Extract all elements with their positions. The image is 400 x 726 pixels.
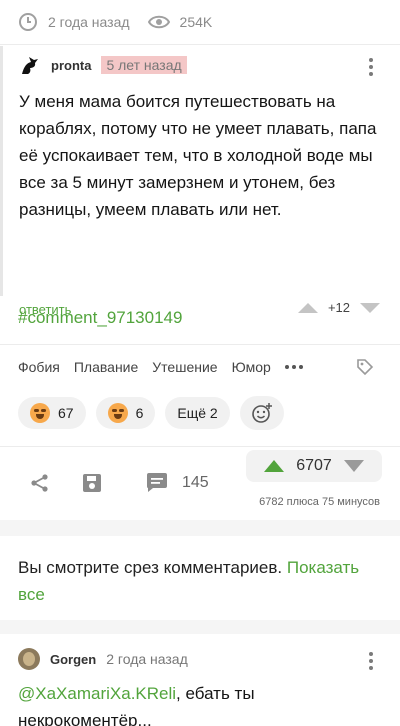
post-rating-value: 6707 [296,457,332,474]
post-age: 2 года назад [18,12,130,32]
clock-icon [19,13,37,31]
section-separator [0,620,400,634]
comment-more-menu-icon[interactable] [368,650,374,671]
post-age-text: 2 года назад [48,14,130,30]
comments-button[interactable]: 145 [146,473,209,493]
tag-consolation[interactable]: Утешение [152,359,217,375]
downvote-arrow-icon[interactable] [343,460,364,472]
reaction-count: 67 [58,405,74,421]
user-avatar[interactable] [19,54,41,76]
tag-icon[interactable] [356,358,374,376]
add-reaction-button[interactable] [239,396,284,430]
comment-text: У меня мама боится путешествовать на кор… [19,92,377,219]
comments-slice-notice: Вы смотрите срез комментариев. Показать … [18,554,386,608]
comment-header: pronta 5 лет назад [19,52,187,78]
comment: pronta 5 лет назад У меня мама боится пу… [0,46,400,317]
divider [0,44,400,45]
comment-icon [147,473,167,492]
reaction-count: 6 [135,405,144,421]
post-rating: 6707 [246,450,382,482]
upvote-arrow-icon[interactable] [264,460,285,472]
post-tags: Фобия Плавание Утешение Юмор [18,356,382,378]
post-views-text: 254K [179,14,213,30]
smiling-halo-emoji-icon [107,403,128,423]
floppy-disk-icon [83,474,101,492]
comment-time[interactable]: 5 лет назад [101,56,187,74]
reactions-row: 67 6 Ещё 2 [18,396,294,430]
comment-username[interactable]: pronta [51,58,91,73]
comment-downvote-icon[interactable] [360,302,380,313]
more-reactions-button[interactable]: Ещё 2 [165,397,230,429]
comment-rating: +12 [297,300,380,315]
notice-text: Вы смотрите срез комментариев. [18,558,287,577]
section-separator [0,520,400,536]
tag-humor[interactable]: Юмор [232,359,271,375]
comment-username[interactable]: Gorgen [50,652,96,667]
share-icon [31,474,48,492]
comments-count: 145 [182,474,209,491]
reaction-halo[interactable]: 6 [95,397,156,429]
divider [0,344,400,345]
save-button[interactable] [82,473,102,493]
tag-phobia[interactable]: Фобия [18,359,60,375]
tag-swimming[interactable]: Плавание [74,359,138,375]
comment-text: @XaXamariXa.KReli, ебать ты некрокоментё… [18,680,386,726]
comment-hashtag-link[interactable]: #comment_97130149 [18,308,182,328]
post-views: 254K [147,14,213,30]
comment-rating-value: +12 [327,300,350,315]
comment-time[interactable]: 2 года назад [106,651,188,667]
reaction-grinning[interactable]: 67 [18,397,86,429]
post-meta-row: 2 года назад 254K [0,0,400,44]
rating-breakdown: 6782 плюса 75 минусов [259,496,380,508]
comment-upvote-icon[interactable] [297,302,318,313]
comment-more-menu-icon[interactable] [368,56,374,77]
more-tags-icon[interactable] [284,365,306,369]
comment-header: Gorgen 2 года назад [18,646,188,672]
grinning-emoji-icon [30,403,50,423]
user-avatar[interactable] [18,648,40,670]
divider [0,446,400,447]
post-actions: 145 6707 6782 плюса 75 минусов [0,450,400,514]
user-mention-link[interactable]: @XaXamariXa.KReli [18,684,176,703]
eye-icon [147,15,170,29]
share-button[interactable] [30,473,50,493]
add-emoji-icon [251,403,272,423]
